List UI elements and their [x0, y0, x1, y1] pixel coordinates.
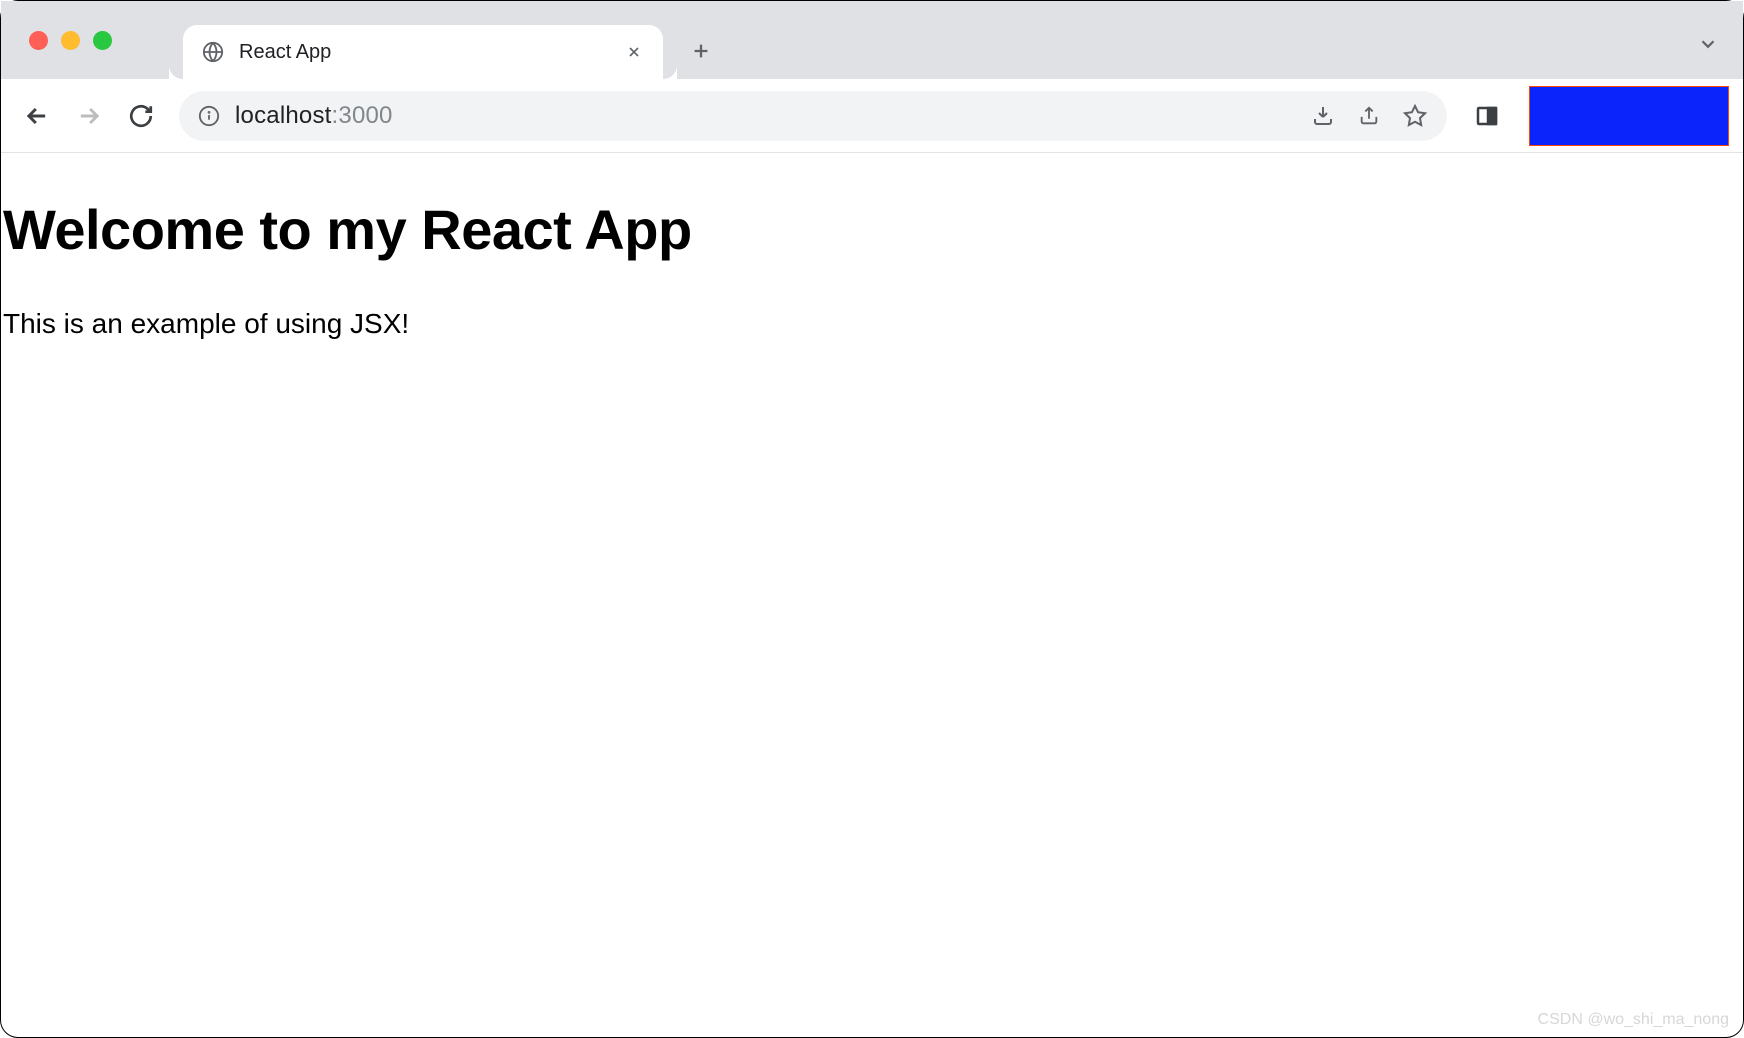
toolbar: localhost:3000 — [1, 79, 1743, 153]
back-button[interactable] — [15, 94, 59, 138]
omnibox-actions — [1309, 102, 1429, 130]
watermark: CSDN @wo_shi_ma_nong — [1538, 1011, 1729, 1029]
globe-icon — [201, 40, 225, 64]
url-text: localhost:3000 — [235, 102, 1295, 130]
tabs-row: React App — [183, 1, 721, 79]
tab-title: React App — [239, 41, 609, 64]
share-icon[interactable] — [1355, 102, 1383, 130]
address-bar[interactable]: localhost:3000 — [179, 91, 1447, 141]
side-panel-icon[interactable] — [1473, 102, 1501, 130]
reload-button[interactable] — [119, 94, 163, 138]
maximize-window-button[interactable] — [93, 31, 112, 50]
tabs-dropdown-button[interactable] — [1697, 33, 1719, 55]
browser-tab[interactable]: React App — [183, 25, 663, 79]
toolbar-right — [1463, 86, 1729, 146]
forward-button[interactable] — [67, 94, 111, 138]
page-paragraph: This is an example of using JSX! — [3, 308, 1743, 340]
install-app-icon[interactable] — [1309, 102, 1337, 130]
site-info-icon[interactable] — [197, 104, 221, 128]
bookmark-icon[interactable] — [1401, 102, 1429, 130]
url-host: localhost — [235, 102, 332, 129]
page-heading: Welcome to my React App — [3, 197, 1743, 262]
new-tab-button[interactable] — [681, 31, 721, 71]
page-content: Welcome to my React App This is an examp… — [1, 197, 1743, 340]
profile-button[interactable] — [1529, 86, 1729, 146]
minimize-window-button[interactable] — [61, 31, 80, 50]
close-tab-button[interactable] — [623, 41, 645, 63]
window-controls — [29, 31, 112, 50]
url-port: :3000 — [332, 102, 393, 129]
close-window-button[interactable] — [29, 31, 48, 50]
tab-strip: React App — [1, 1, 1743, 79]
